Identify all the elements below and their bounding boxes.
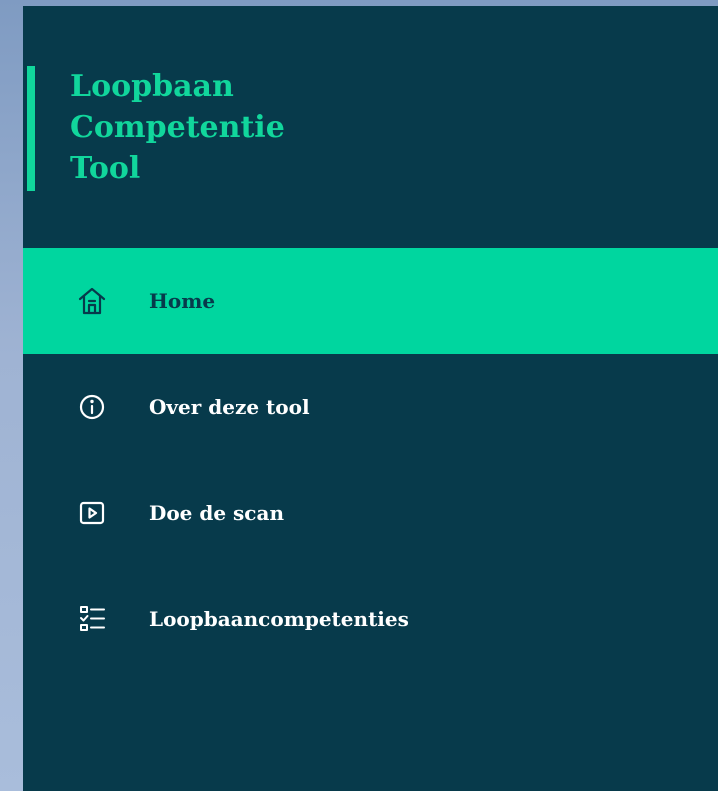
brand[interactable]: Loopbaan Competentie Tool (23, 66, 718, 191)
brand-title-line-3: Tool (70, 151, 141, 186)
brand-title-line-2: Competentie (70, 110, 285, 145)
brand-title: Loopbaan Competentie Tool (70, 66, 285, 189)
nav-item-loopbaancompetenties[interactable]: Loopbaancompetenties (23, 566, 718, 672)
sidebar-nav: Home Over deze tool Doe de scan Loopbaan… (23, 248, 718, 672)
brand-title-line-1: Loopbaan (70, 69, 234, 104)
nav-item-label: Doe de scan (149, 501, 284, 525)
nav-item-home[interactable]: Home (23, 248, 718, 354)
home-icon (76, 285, 108, 317)
play-icon (76, 497, 108, 529)
info-icon (76, 391, 108, 423)
nav-item-label: Home (149, 289, 216, 313)
sidebar: Loopbaan Competentie Tool Home Over deze… (23, 6, 718, 791)
nav-item-over-deze-tool[interactable]: Over deze tool (23, 354, 718, 460)
nav-item-label: Over deze tool (149, 395, 310, 419)
checklist-icon (76, 603, 108, 635)
brand-accent-bar (27, 66, 35, 191)
nav-item-label: Loopbaancompetenties (149, 607, 409, 631)
nav-item-doe-de-scan[interactable]: Doe de scan (23, 460, 718, 566)
